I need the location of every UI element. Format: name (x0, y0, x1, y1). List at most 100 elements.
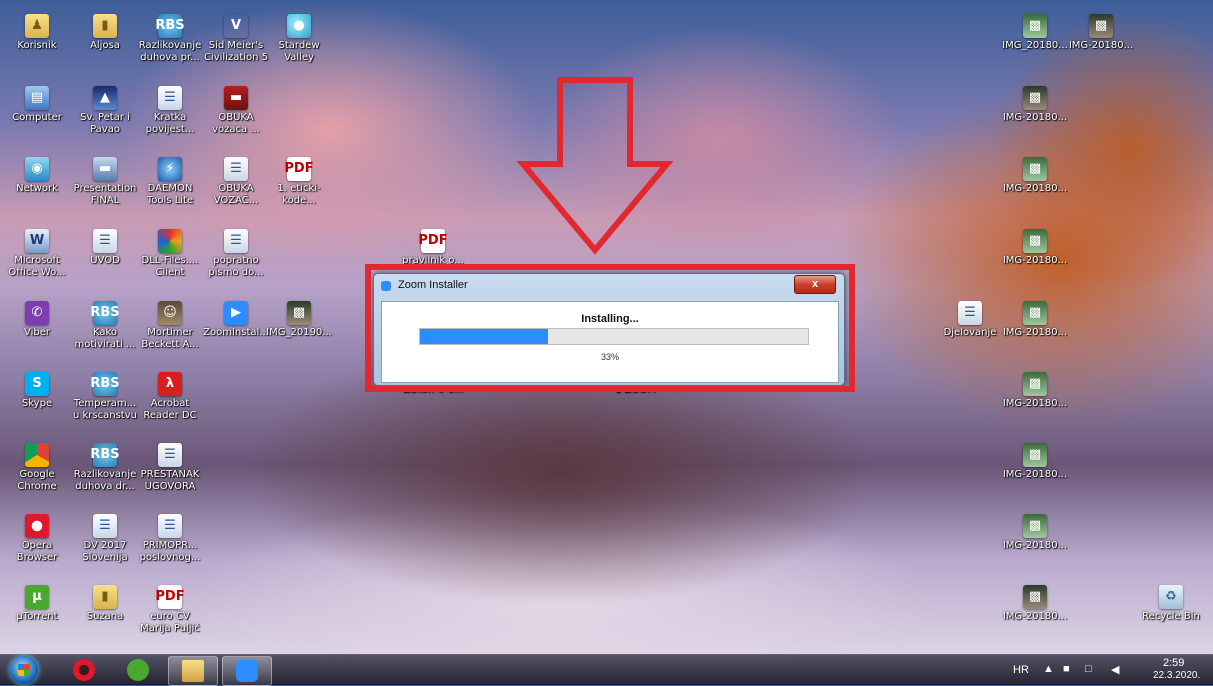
rbs-icon: RBS (155, 14, 185, 38)
desktop-icon-img-20180-h[interactable]: ▩ IMG-20180... (1000, 443, 1070, 481)
document-icon: ☰ (158, 514, 182, 538)
desktop-icon-obuka-vozac-doc[interactable]: ☰ OBUKA VOZAČ... (201, 157, 271, 207)
desktop-icon-mortimer[interactable]: ☺ Mortimer Beckett A... (135, 301, 205, 351)
desktop-icon-dll-files[interactable]: DLL-Files.... Client (135, 229, 205, 279)
desktop-icon-temperament[interactable]: RBS Temperam... u krscanstvu (70, 372, 140, 422)
opera-icon (25, 514, 49, 538)
desktop-icon-dv2017[interactable]: ☰ DV 2017 Slovenija (70, 514, 140, 564)
taskbar: HR ▲ ■ □ ◀ 2:59 22.3.2020. (0, 654, 1213, 686)
image-icon: ▩ (1023, 585, 1047, 609)
desktop-icon-obuka-vozaca[interactable]: ▬ OBUKA vozaca ... (201, 86, 271, 136)
desktop-icon-razlikovanje-dr[interactable]: RBS Razlikovanje duhova dr... (70, 443, 140, 493)
desktop-icon-acrobat[interactable]: λ Acrobat Reader DC (135, 372, 205, 422)
desktop-icon-viber[interactable]: ✆ Viber (2, 301, 72, 339)
computer-icon: ▤ (25, 86, 49, 110)
document-icon: ☰ (224, 229, 248, 253)
start-button[interactable] (10, 656, 38, 684)
skype-icon: S (25, 372, 49, 396)
image-icon: ▩ (1023, 301, 1047, 325)
desktop-icon-img-20180-b[interactable]: ▩ IMG-20180... (1066, 14, 1136, 52)
desktop-icon-razlikovanje-pr[interactable]: RBS Razlikovanje duhova pr... (135, 14, 205, 64)
desktop-icon-img-20180-i[interactable]: ▩ IMG-20180... (1000, 514, 1070, 552)
desktop-icon-utorrent[interactable]: µ µTorrent (2, 585, 72, 623)
annotation-arrow (516, 77, 674, 255)
desktop-icon-recycle-bin[interactable]: ♻ Recycle Bin (1136, 585, 1206, 623)
desktop-icon-img-20180-e[interactable]: ▩ IMG-20180... (1000, 229, 1070, 267)
presentation-icon: ▬ (93, 157, 117, 181)
document-icon: ☰ (93, 229, 117, 253)
taskbar-explorer[interactable] (168, 656, 218, 686)
desktop-icon-djelovanje[interactable]: ☰ Djelovanje (935, 301, 1005, 339)
document-icon: ☰ (224, 157, 248, 181)
language-indicator[interactable]: HR (1013, 664, 1029, 676)
desktop-icon-img-20180-f[interactable]: ▩ IMG-20180... (1000, 301, 1070, 339)
network-signal-icon[interactable]: □ (1085, 663, 1092, 675)
desktop-icon-presentation[interactable]: ▬ Presentation FINAL (70, 157, 140, 207)
desktop-icon-img-20180-g[interactable]: ▩ IMG-20180... (1000, 372, 1070, 410)
volume-icon[interactable]: ◀ (1111, 663, 1119, 676)
civilization-icon: V (224, 14, 248, 38)
image-icon: ▩ (1023, 14, 1047, 38)
chrome-icon (25, 443, 49, 467)
desktop-icon-network[interactable]: ◉ Network (2, 157, 72, 195)
document-icon: ☰ (958, 301, 982, 325)
desktop-icon-suzana[interactable]: ▮ Suzana (70, 585, 140, 623)
desktop-icon-opera[interactable]: Opera Browser (2, 514, 72, 564)
power-icon[interactable]: ■ (1063, 663, 1070, 675)
zoom-icon (236, 660, 258, 682)
explorer-icon (182, 660, 204, 682)
video-icon: ▬ (224, 86, 248, 110)
desktop-icon-uvod[interactable]: ☰ UVOD (70, 229, 140, 267)
pdf-icon: PDF (418, 229, 448, 253)
desktop-icon-chrome[interactable]: Google Chrome (2, 443, 72, 493)
desktop-icon-zoominstaller[interactable]: ▶ ZoomInstal... (201, 301, 271, 339)
taskbar-opera[interactable] (60, 656, 108, 684)
desktop-icon-stardew[interactable]: ● Stardew Valley (264, 14, 334, 64)
desktop-icon-img-20190[interactable]: ▩ IMG_20190... (264, 301, 334, 339)
network-icon: ◉ (25, 157, 49, 181)
desktop-icon-skype[interactable]: S Skype (2, 372, 72, 410)
utorrent-icon: µ (25, 585, 49, 609)
utorrent-icon (127, 659, 149, 681)
desktop-icon-kratka-povijest[interactable]: ☰ Kratka povijest... (135, 86, 205, 136)
acrobat-icon: λ (158, 372, 182, 396)
desktop-icon-euro-cv[interactable]: PDF euro CV Marija Puljić (135, 585, 205, 635)
clock-date[interactable]: 22.3.2020. (1153, 670, 1200, 681)
clock-time[interactable]: 2:59 (1163, 657, 1184, 669)
image-icon: ▩ (1089, 14, 1113, 38)
desktop-icon-pravilnik[interactable]: PDF pravilnik o... (398, 229, 468, 267)
image-icon: ▩ (1023, 443, 1047, 467)
annotation-highlight-box (365, 264, 855, 392)
taskbar-zoom[interactable] (222, 656, 272, 686)
desktop-icon-aljosa[interactable]: ▮ Aljosa (70, 14, 140, 52)
image-icon: ▩ (1023, 157, 1047, 181)
desktop-icon-primopr[interactable]: ☰ PRIMOPR... poslovnog... (135, 514, 205, 564)
system-tray: HR ▲ ■ □ ◀ 2:59 22.3.2020. (1013, 655, 1203, 685)
document-icon: ☰ (158, 86, 182, 110)
opera-icon (73, 659, 95, 681)
zoom-icon: ▶ (224, 301, 248, 325)
desktop-icon-prestanak[interactable]: ☰ PRESTANAK UGOVORA (135, 443, 205, 493)
show-hidden-icons-button[interactable]: ▲ (1043, 663, 1054, 675)
taskbar-utorrent[interactable] (114, 656, 162, 684)
document-icon: ☰ (158, 443, 182, 467)
desktop-icon-popratno-pismo[interactable]: ☰ popratno pismo do... (201, 229, 271, 279)
desktop-icon-img-20180-a[interactable]: ▩ IMG_20180... (1000, 14, 1070, 52)
game-icon: ☺ (158, 301, 182, 325)
desktop-icon-sv-petar[interactable]: ▲ Sv. Petar i Pavao (70, 86, 140, 136)
desktop-icon-civilization[interactable]: V Sid Meier's Civilization 5 (201, 14, 271, 64)
desktop-icon-korisnik[interactable]: ♟ Korisnik (2, 14, 72, 52)
desktop-icon-eticki-kodeks[interactable]: PDF 1. eticki-kode... (264, 157, 334, 207)
desktop-icon-computer[interactable]: ▤ Computer (2, 86, 72, 124)
desktop-icon-img-20180-c[interactable]: ▩ IMG-20180... (1000, 86, 1070, 124)
desktop-icon-daemon-tools[interactable]: ⚡ DAEMON Tools Lite (135, 157, 205, 207)
image-icon: ▩ (287, 301, 311, 325)
word-icon: W (25, 229, 49, 253)
image-icon: ▲ (93, 86, 117, 110)
stardew-icon: ● (287, 14, 311, 38)
desktop-icon-img-20180-d[interactable]: ▩ IMG-20180... (1000, 157, 1070, 195)
rbs-icon: RBS (90, 443, 120, 467)
desktop-icon-img-20180-j[interactable]: ▩ IMG-20180... (1000, 585, 1070, 623)
desktop-icon-word[interactable]: W Microsoft Office Wo... (2, 229, 72, 279)
desktop-icon-kako-motivirati[interactable]: RBS Kako motivirati ... (70, 301, 140, 351)
